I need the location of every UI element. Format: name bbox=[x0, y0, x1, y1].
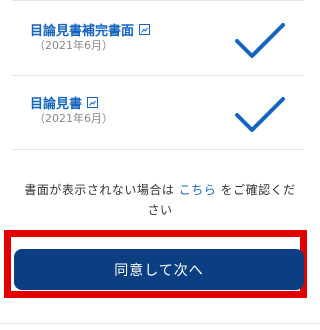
document-row: 目論見書補完書面 （2021年6月） bbox=[12, 0, 304, 76]
notice-text: 書面が表示されない場合は こちら をご確認ください bbox=[20, 180, 300, 220]
divider bbox=[0, 323, 320, 324]
notice-before: 書面が表示されない場合は bbox=[24, 183, 179, 197]
check-icon bbox=[235, 97, 285, 132]
pdf-icon bbox=[139, 24, 151, 35]
check-icon bbox=[235, 23, 285, 58]
document-date: （2021年6月） bbox=[34, 39, 113, 52]
notice-link[interactable]: こちら bbox=[179, 183, 217, 197]
agree-next-button[interactable]: 同意して次へ bbox=[14, 249, 304, 290]
pdf-icon bbox=[87, 97, 99, 108]
document-row: 目論見書 （2021年6月） bbox=[12, 75, 304, 150]
document-date: （2021年6月） bbox=[34, 112, 113, 125]
